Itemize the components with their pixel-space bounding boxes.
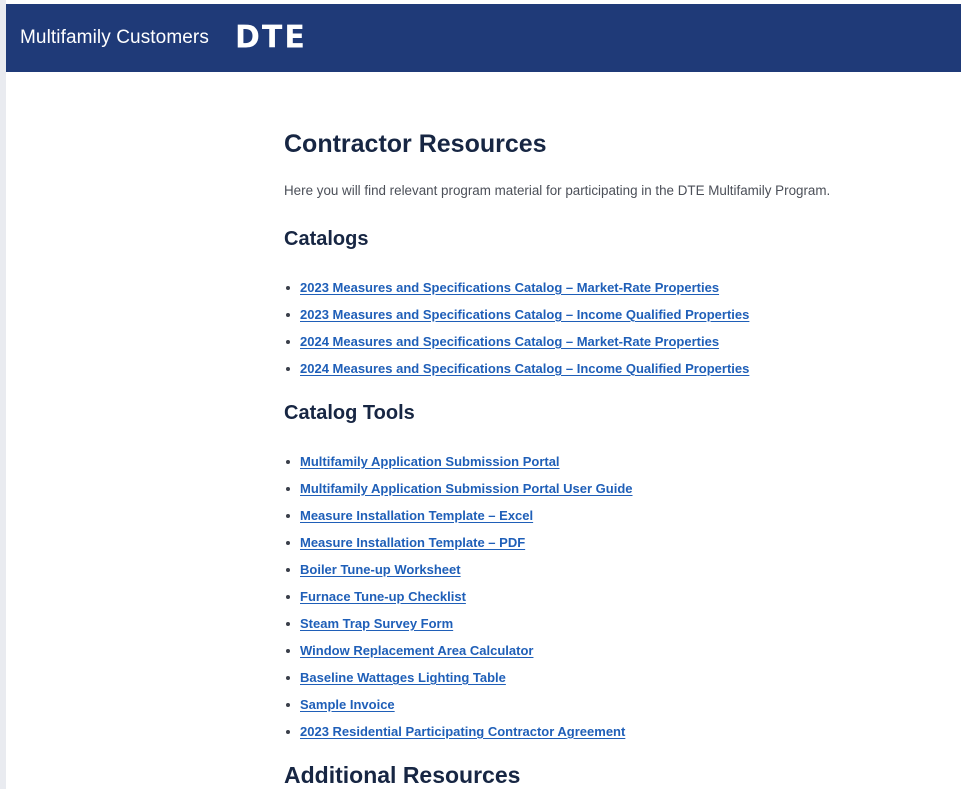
tool-link[interactable]: Measure Installation Template – Excel bbox=[300, 508, 533, 523]
bullet-icon bbox=[286, 459, 290, 464]
bullet-icon bbox=[286, 513, 290, 518]
page-title: Contractor Resources bbox=[284, 130, 547, 158]
catalog-tools-list: Multifamily Application Submission Porta… bbox=[284, 448, 633, 745]
list-item: 2023 Measures and Specifications Catalog… bbox=[284, 301, 749, 328]
left-edge-rule bbox=[0, 0, 6, 789]
additional-resources-heading: Additional Resources bbox=[284, 762, 521, 788]
list-item: Measure Installation Template – Excel bbox=[284, 502, 633, 529]
bullet-icon bbox=[286, 366, 290, 371]
bullet-icon bbox=[286, 594, 290, 599]
bullet-icon bbox=[286, 285, 290, 290]
tool-link[interactable]: Baseline Wattages Lighting Table bbox=[300, 670, 506, 685]
bullet-icon bbox=[286, 312, 290, 317]
list-item: Multifamily Application Submission Porta… bbox=[284, 448, 633, 475]
tool-link[interactable]: Multifamily Application Submission Porta… bbox=[300, 454, 560, 469]
list-item: Measure Installation Template – PDF bbox=[284, 529, 633, 556]
tool-link[interactable]: 2023 Residential Participating Contracto… bbox=[300, 724, 625, 739]
dte-logo[interactable]: DTE bbox=[235, 22, 307, 54]
tool-link[interactable]: Furnace Tune-up Checklist bbox=[300, 589, 466, 604]
catalog-link[interactable]: 2023 Measures and Specifications Catalog… bbox=[300, 280, 719, 295]
bullet-icon bbox=[286, 339, 290, 344]
bullet-icon bbox=[286, 675, 290, 680]
list-item: 2024 Measures and Specifications Catalog… bbox=[284, 328, 749, 355]
bullet-icon bbox=[286, 702, 290, 707]
list-item: Baseline Wattages Lighting Table bbox=[284, 664, 633, 691]
tool-link[interactable]: Measure Installation Template – PDF bbox=[300, 535, 525, 550]
site-title-link[interactable]: Multifamily Customers bbox=[20, 27, 209, 49]
list-item: Sample Invoice bbox=[284, 691, 633, 718]
bullet-icon bbox=[286, 486, 290, 491]
list-item: 2023 Residential Participating Contracto… bbox=[284, 718, 633, 745]
list-item: Furnace Tune-up Checklist bbox=[284, 583, 633, 610]
intro-text: Here you will find relevant program mate… bbox=[284, 183, 831, 198]
list-item: Steam Trap Survey Form bbox=[284, 610, 633, 637]
tool-link[interactable]: Multifamily Application Submission Porta… bbox=[300, 481, 633, 496]
list-item: Multifamily Application Submission Porta… bbox=[284, 475, 633, 502]
page: Multifamily Customers DTE Contractor Res… bbox=[0, 0, 961, 789]
bullet-icon bbox=[286, 648, 290, 653]
bullet-icon bbox=[286, 621, 290, 626]
tool-link[interactable]: Sample Invoice bbox=[300, 697, 395, 712]
bullet-icon bbox=[286, 729, 290, 734]
list-item: Boiler Tune-up Worksheet bbox=[284, 556, 633, 583]
site-header: Multifamily Customers DTE bbox=[6, 4, 961, 72]
catalogs-list: 2023 Measures and Specifications Catalog… bbox=[284, 274, 749, 382]
bullet-icon bbox=[286, 540, 290, 545]
tool-link[interactable]: Window Replacement Area Calculator bbox=[300, 643, 533, 658]
catalog-link[interactable]: 2024 Measures and Specifications Catalog… bbox=[300, 334, 719, 349]
list-item: 2024 Measures and Specifications Catalog… bbox=[284, 355, 749, 382]
catalogs-heading: Catalogs bbox=[284, 228, 369, 250]
list-item: Window Replacement Area Calculator bbox=[284, 637, 633, 664]
list-item: 2023 Measures and Specifications Catalog… bbox=[284, 274, 749, 301]
catalog-link[interactable]: 2023 Measures and Specifications Catalog… bbox=[300, 307, 749, 322]
catalog-link[interactable]: 2024 Measures and Specifications Catalog… bbox=[300, 361, 749, 376]
tool-link[interactable]: Steam Trap Survey Form bbox=[300, 616, 453, 631]
catalog-tools-heading: Catalog Tools bbox=[284, 402, 415, 424]
bullet-icon bbox=[286, 567, 290, 572]
tool-link[interactable]: Boiler Tune-up Worksheet bbox=[300, 562, 461, 577]
